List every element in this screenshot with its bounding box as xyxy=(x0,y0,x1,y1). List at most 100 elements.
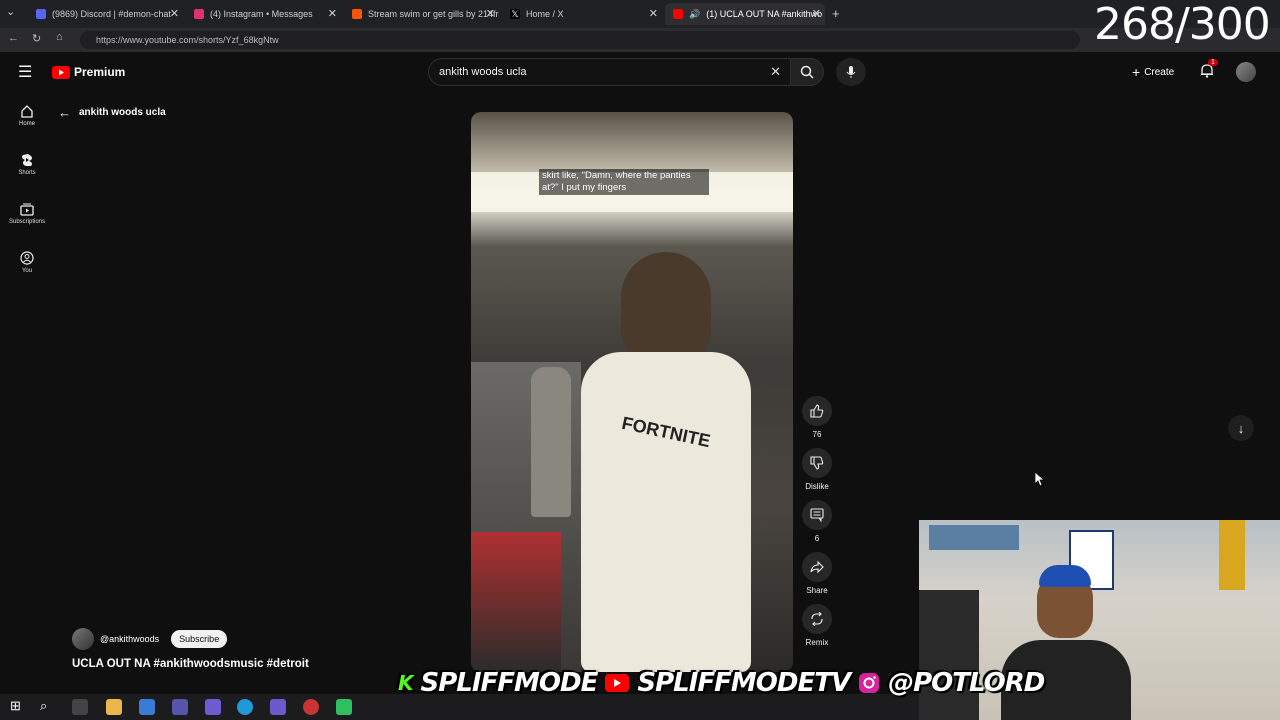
file-explorer-icon[interactable] xyxy=(106,699,122,715)
tab-x[interactable]: 𝕏 Home / X ✕ xyxy=(502,3,662,25)
home-icon[interactable]: ⌂ xyxy=(56,31,63,43)
tab-label: Stream swim or get gills by 214fre xyxy=(368,9,499,19)
instagram-logo-icon xyxy=(859,673,880,693)
share-button[interactable]: Share xyxy=(799,552,835,595)
person-shirt: FORTNITE xyxy=(581,352,751,672)
edge-icon[interactable] xyxy=(237,699,253,715)
app-icon[interactable] xyxy=(139,699,155,715)
microphone-icon xyxy=(846,66,856,78)
follower-counter: 268/300 xyxy=(1094,0,1271,50)
notifications-button[interactable]: 1 xyxy=(1200,59,1218,83)
windows-start-icon[interactable]: ⊞ xyxy=(10,698,21,714)
url-text: https://www.youtube.com/shorts/Yzf_68kgN… xyxy=(96,35,279,45)
discord-icon[interactable] xyxy=(270,699,286,715)
channel-handle[interactable]: @ankithwoods xyxy=(100,634,159,644)
like-count: 76 xyxy=(812,430,822,439)
comment-icon xyxy=(802,500,832,530)
video-caption: skirt like, "Damn, where the panties at?… xyxy=(539,169,709,195)
back-to-results[interactable]: ← ankith woods ucla xyxy=(58,105,166,120)
tab-soundcloud[interactable]: Stream swim or get gills by 214fre ✕ xyxy=(344,3,499,25)
short-video-player[interactable]: FORTNITE xyxy=(471,112,793,672)
search-icon xyxy=(800,65,814,79)
subscribe-button[interactable]: Subscribe xyxy=(171,630,228,648)
sidebar-item-label: Home xyxy=(18,121,35,127)
sidebar-item-shorts[interactable]: Shorts xyxy=(0,153,54,176)
youtube-header: ☰ Premium ankith woods ucla ✕ + Create 1 xyxy=(0,52,1280,92)
arrow-down-icon: ↓ xyxy=(1237,420,1245,436)
clear-search-icon[interactable]: ✕ xyxy=(770,59,781,85)
back-arrow-icon[interactable]: ← xyxy=(8,32,19,44)
tab-discord[interactable]: (9869) Discord | #demon-chat ✕ xyxy=(28,3,183,25)
url-field[interactable]: https://www.youtube.com/shorts/Yzf_68kgN… xyxy=(80,31,1080,49)
remix-button[interactable]: Remix xyxy=(799,604,835,647)
menu-icon[interactable]: ☰ xyxy=(18,62,32,82)
kick-app-icon[interactable] xyxy=(336,699,352,715)
sidebar-item-label: Shorts xyxy=(18,170,36,176)
youtube-logo-icon xyxy=(605,674,630,692)
voice-search-button[interactable] xyxy=(836,58,866,86)
reload-icon[interactable]: ↻ xyxy=(32,32,41,45)
dislike-button[interactable]: Dislike xyxy=(799,448,835,491)
channel-avatar[interactable] xyxy=(72,628,94,650)
sidebar-item-home[interactable]: Home xyxy=(0,104,54,127)
search-value: ankith woods ucla xyxy=(439,66,527,78)
shorts-icon xyxy=(22,154,32,166)
tab-label: (9869) Discord | #demon-chat xyxy=(52,9,171,19)
youtube-logo[interactable]: Premium xyxy=(52,65,125,79)
close-icon[interactable]: ✕ xyxy=(486,7,495,20)
yellow-banner xyxy=(1219,520,1245,590)
youtube-handle: SPLIFFMODETV xyxy=(637,668,851,698)
comment-count: 6 xyxy=(814,534,820,543)
close-icon[interactable]: ✕ xyxy=(170,7,179,20)
dislike-label: Dislike xyxy=(805,482,829,491)
comments-button[interactable]: 6 xyxy=(799,500,835,543)
remix-icon xyxy=(802,604,832,634)
obs-icon[interactable] xyxy=(303,699,319,715)
tab-label: (4) Instagram • Messages xyxy=(210,9,313,19)
remix-label: Remix xyxy=(805,638,829,647)
video-title: UCLA OUT NA #ankithwoodsmusic #detroit xyxy=(72,658,309,670)
youtube-play-icon xyxy=(52,65,70,79)
background-worker xyxy=(531,367,571,517)
back-label: ankith woods ucla xyxy=(79,107,166,118)
speaker-icon[interactable]: 🔊 xyxy=(689,9,700,20)
browser-tab-bar: ⌄ (9869) Discord | #demon-chat ✕ (4) Ins… xyxy=(0,0,1280,28)
soundcloud-icon xyxy=(352,9,362,19)
app-icon[interactable] xyxy=(205,699,221,715)
tab-instagram[interactable]: (4) Instagram • Messages ✕ xyxy=(186,3,341,25)
create-button[interactable]: + Create xyxy=(1132,64,1174,80)
next-video-button[interactable]: ↓ xyxy=(1228,415,1254,441)
like-button[interactable]: 76 xyxy=(799,396,835,439)
new-tab-icon[interactable]: + xyxy=(832,6,840,21)
tab-list-chevron-icon[interactable]: ⌄ xyxy=(6,5,15,18)
channel-info: @ankithwoods Subscribe xyxy=(72,628,228,650)
youtube-icon xyxy=(673,9,683,19)
close-icon[interactable]: ✕ xyxy=(812,7,821,20)
search-input[interactable]: ankith woods ucla ✕ xyxy=(428,58,792,86)
kick-handle: SPLIFFMODE xyxy=(420,668,599,698)
search-icon[interactable]: ⌕ xyxy=(40,698,47,714)
sidebar-item-you[interactable]: You xyxy=(0,251,54,274)
avatar[interactable] xyxy=(1236,62,1256,82)
close-icon[interactable]: ✕ xyxy=(328,7,337,20)
home-icon xyxy=(21,105,33,118)
shirt-text: FORTNITE xyxy=(620,412,713,452)
tab-label: (1) UCLA OUT NA #ankithwo xyxy=(706,9,823,19)
share-label: Share xyxy=(806,586,828,595)
sidebar-item-subscriptions[interactable]: Subscriptions xyxy=(0,202,54,225)
sidebar-item-label: Subscriptions xyxy=(8,219,46,225)
instagram-icon xyxy=(194,9,204,19)
search-button[interactable] xyxy=(790,58,824,86)
tab-youtube[interactable]: 🔊 (1) UCLA OUT NA #ankithwo ✕ xyxy=(665,3,825,25)
calculator-icon[interactable] xyxy=(172,699,188,715)
instagram-handle: @POTLORD xyxy=(888,668,1045,698)
kick-logo-icon: K xyxy=(398,671,413,695)
you-icon xyxy=(20,251,34,265)
mouse-cursor-icon xyxy=(1035,472,1045,487)
notification-badge: 1 xyxy=(1208,59,1218,66)
sidebar-item-label: You xyxy=(21,268,33,274)
close-icon[interactable]: ✕ xyxy=(649,7,658,20)
thumbs-up-icon xyxy=(802,396,832,426)
tab-label: Home / X xyxy=(526,9,564,19)
task-view-icon[interactable] xyxy=(72,699,88,715)
